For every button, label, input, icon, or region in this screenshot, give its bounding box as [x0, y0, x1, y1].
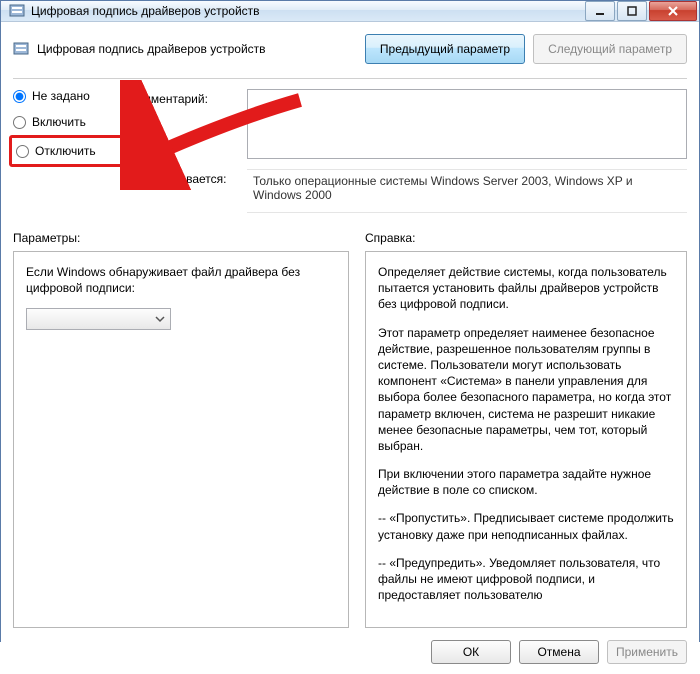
supported-label: Поддерживается: — [129, 169, 239, 186]
field-column: Комментарий: Поддерживается: Только опер… — [129, 89, 687, 213]
header-title: Цифровая подпись драйверов устройств — [37, 42, 357, 56]
action-combobox[interactable] — [26, 308, 171, 330]
apply-button[interactable]: Применить — [607, 640, 687, 664]
help-column: Справка: Определяет действие системы, ко… — [365, 231, 687, 628]
comment-label: Комментарий: — [129, 89, 239, 106]
divider — [13, 78, 687, 79]
help-p1: Определяет действие системы, когда польз… — [378, 264, 674, 313]
dialog-footer: ОК Отмена Применить — [13, 628, 687, 664]
options-heading: Параметры: — [13, 231, 349, 245]
state-radio-group: Не задано Включить Отключить — [13, 89, 117, 213]
options-prompt: Если Windows обнаруживает файл драйвера … — [26, 264, 336, 296]
radio-disabled[interactable]: Отключить — [16, 144, 114, 158]
previous-setting-button[interactable]: Предыдущий параметр — [365, 34, 525, 64]
supported-text: Только операционные системы Windows Serv… — [247, 169, 687, 213]
radio-disabled-label: Отключить — [35, 144, 96, 158]
help-p2: Этот параметр определяет наименее безопа… — [378, 325, 674, 455]
help-heading: Справка: — [365, 231, 687, 245]
header-row: Цифровая подпись драйверов устройств Пре… — [13, 34, 687, 64]
app-icon — [9, 3, 25, 19]
upper-section: Не задано Включить Отключить Комментарий… — [13, 89, 687, 213]
next-setting-button[interactable]: Следующий параметр — [533, 34, 687, 64]
comment-row: Комментарий: — [129, 89, 687, 159]
supported-row: Поддерживается: Только операционные сист… — [129, 169, 687, 213]
highlight-box: Отключить — [9, 135, 125, 167]
radio-not-configured-input[interactable] — [13, 90, 26, 103]
minimize-button[interactable] — [585, 1, 615, 21]
radio-enabled[interactable]: Включить — [13, 115, 117, 129]
help-p3: При включении этого параметра задайте ну… — [378, 466, 674, 498]
help-p4: -- «Пропустить». Предписывает системе пр… — [378, 510, 674, 542]
radio-enabled-input[interactable] — [13, 116, 26, 129]
radio-enabled-label: Включить — [32, 115, 86, 129]
help-panel: Определяет действие системы, когда польз… — [365, 251, 687, 628]
comment-textarea[interactable] — [247, 89, 687, 159]
options-panel: Если Windows обнаруживает файл драйвера … — [13, 251, 349, 628]
dialog-window: Цифровая подпись драйверов устройств Циф… — [0, 0, 700, 642]
chevron-down-icon — [152, 311, 168, 327]
options-column: Параметры: Если Windows обнаруживает фай… — [13, 231, 349, 628]
cancel-button[interactable]: Отмена — [519, 640, 599, 664]
close-button[interactable] — [649, 1, 697, 21]
radio-not-configured-label: Не задано — [32, 89, 90, 103]
help-p5: -- «Предупредить». Уведомляет пользовате… — [378, 555, 674, 604]
policy-icon — [13, 41, 29, 57]
radio-not-configured[interactable]: Не задано — [13, 89, 117, 103]
window-title: Цифровая подпись драйверов устройств — [31, 4, 583, 18]
lower-section: Параметры: Если Windows обнаруживает фай… — [13, 231, 687, 628]
maximize-button[interactable] — [617, 1, 647, 21]
radio-disabled-input[interactable] — [16, 145, 29, 158]
ok-button[interactable]: ОК — [431, 640, 511, 664]
dialog-content: Цифровая подпись драйверов устройств Пре… — [1, 22, 699, 674]
titlebar: Цифровая подпись драйверов устройств — [1, 1, 699, 22]
